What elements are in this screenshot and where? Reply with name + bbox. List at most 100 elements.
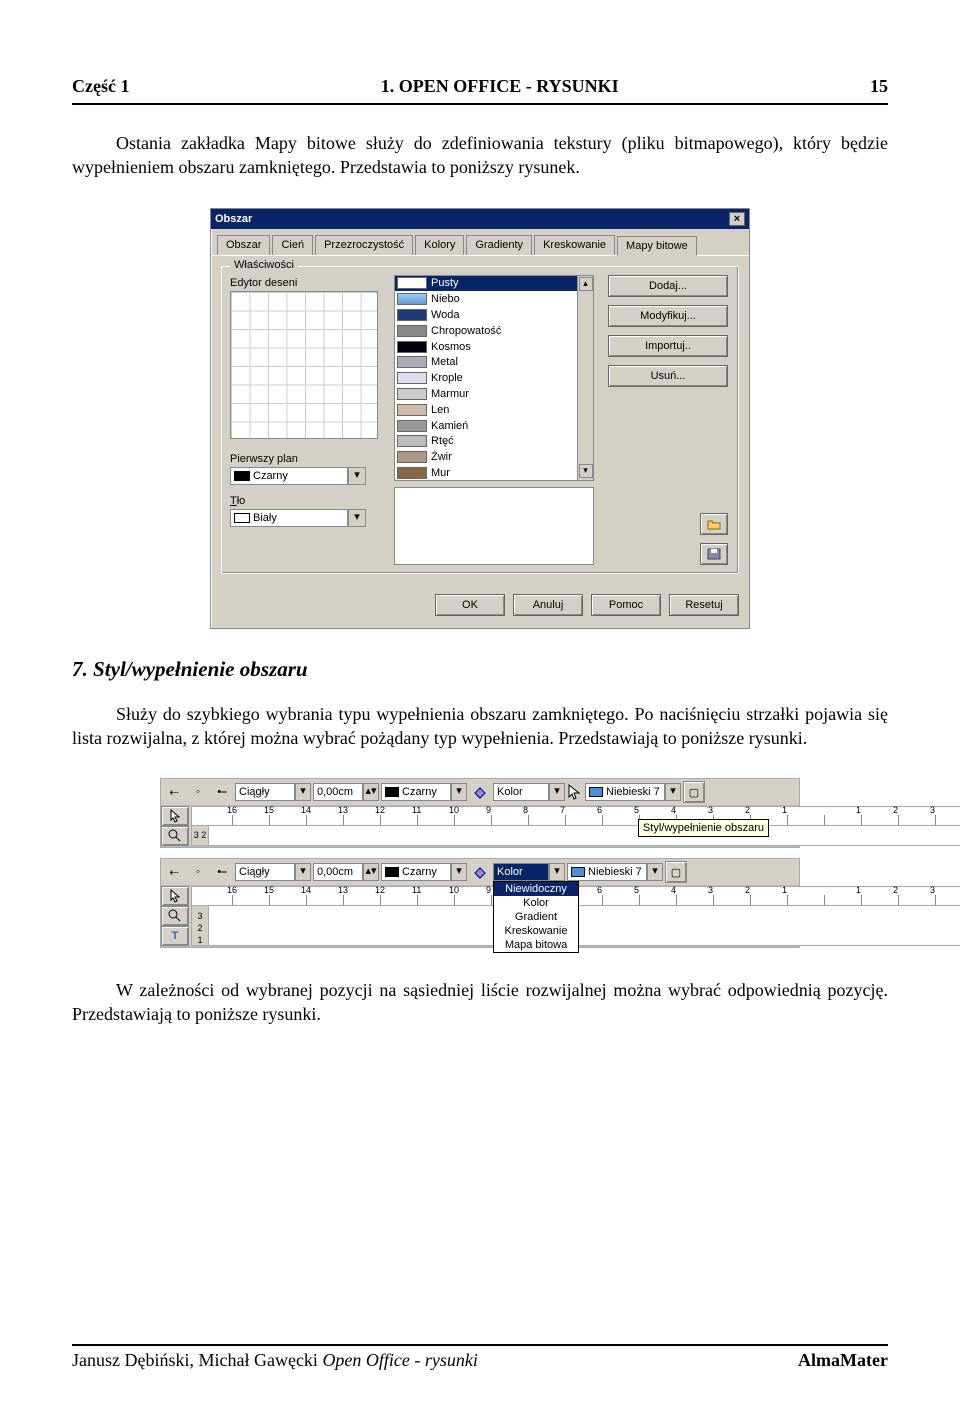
fieldset-legend: Właściwości <box>230 259 298 271</box>
bucket-icon[interactable] <box>469 781 491 803</box>
chevron-down-icon[interactable]: ▾ <box>295 783 311 801</box>
scroll-down-icon[interactable]: ▾ <box>579 464 593 478</box>
paragraph-2: Służy do szybkiego wybrania typu wypełni… <box>72 702 888 751</box>
line-color-combo[interactable]: Czarny▾ <box>381 863 467 881</box>
paragraph-1: Ostania zakładka Mapy bitowe służy do zd… <box>72 131 888 180</box>
fill-color-combo[interactable]: Niebieski 7▾ <box>585 783 681 801</box>
dropdown-item[interactable]: Mapa bitowa <box>494 938 578 952</box>
zoom-tool-icon[interactable] <box>161 826 189 846</box>
modify-button[interactable]: Modyfikuj... <box>608 305 728 327</box>
toolbar-screenshot-1: ⇠ ◦ •⎯ Ciągły▾ 0,00cm▴▾ Czarny▾ Kolor▾ N… <box>160 778 800 848</box>
fill-color-combo[interactable]: Niebieski 7▾ <box>567 863 663 881</box>
tab-kreskowanie[interactable]: Kreskowanie <box>534 235 615 255</box>
fill-style-combo[interactable]: Kolor ▾ Niewidoczny Kolor Gradient Kresk… <box>493 863 565 881</box>
list-item[interactable]: Pusty <box>395 276 593 292</box>
paragraph-3: W zależności od wybranej pozycji na sąsi… <box>72 978 888 1027</box>
chevron-down-icon[interactable]: ▾ <box>549 783 565 801</box>
tab-obszar[interactable]: Obszar <box>217 235 270 255</box>
dropdown-item[interactable]: Kolor <box>494 896 578 910</box>
chevron-down-icon[interactable]: ▾ <box>451 863 467 881</box>
background-label: Tło <box>230 495 380 507</box>
help-button[interactable]: Pomoc <box>591 594 661 616</box>
reset-button[interactable]: Resetuj <box>669 594 739 616</box>
line-color-combo[interactable]: Czarny▾ <box>381 783 467 801</box>
header-right: 15 <box>870 76 888 97</box>
list-item[interactable]: Kamień <box>395 418 593 434</box>
line-width-combo[interactable]: 0,00cm▴▾ <box>313 783 379 801</box>
chevron-down-icon[interactable]: ▾ <box>348 467 366 485</box>
tab-kolory[interactable]: Kolory <box>415 235 464 255</box>
chevron-down-icon[interactable]: ▾ <box>295 863 311 881</box>
dropdown-item[interactable]: Niewidoczny <box>494 882 578 896</box>
line-icon-start[interactable]: •⎯ <box>211 781 233 803</box>
dropdown-item[interactable]: Kreskowanie <box>494 924 578 938</box>
list-item[interactable]: Krople <box>395 370 593 386</box>
arrow-left-icon[interactable]: ⇠ <box>163 861 185 883</box>
chevron-down-icon[interactable]: ▾ <box>665 783 681 801</box>
line-style-combo[interactable]: Ciągły▾ <box>235 783 311 801</box>
text-tool-icon[interactable]: T <box>161 926 189 946</box>
arrow-left-icon[interactable]: ⇠ <box>163 781 185 803</box>
footer-journal: AlmaMater <box>798 1350 888 1371</box>
header-center: 1. OPEN OFFICE - RYSUNKI <box>381 76 619 97</box>
save-floppy-icon[interactable] <box>700 543 728 565</box>
fill-style-combo[interactable]: Kolor▾ <box>493 783 565 801</box>
list-item[interactable]: Marmur <box>395 386 593 402</box>
shadow-icon[interactable]: ▢ <box>665 861 687 883</box>
list-item[interactable]: Kosmos <box>395 339 593 355</box>
background-combo[interactable]: Biały ▾ <box>230 509 380 527</box>
dialog-footer-buttons: OK Anuluj Pomoc Resetuj <box>211 584 749 628</box>
list-item[interactable]: Chropowatość <box>395 323 593 339</box>
chevron-down-icon[interactable]: ▾ <box>348 509 366 527</box>
close-icon[interactable]: × <box>729 212 745 226</box>
line-width-combo[interactable]: 0,00cm▴▾ <box>313 863 379 881</box>
pointer-tool-icon[interactable] <box>161 886 189 906</box>
tab-gradienty[interactable]: Gradienty <box>466 235 532 255</box>
fill-style-tooltip: Styl/wypełnienie obszaru <box>638 819 769 837</box>
open-folder-icon[interactable] <box>700 513 728 535</box>
chevron-down-icon[interactable]: ▾ <box>647 863 663 881</box>
delete-button[interactable]: Usuń... <box>608 365 728 387</box>
shadow-icon[interactable]: ▢ <box>683 781 705 803</box>
dialog-title: Obszar <box>215 213 729 225</box>
texture-preview <box>394 487 594 565</box>
texture-listbox[interactable]: Pusty Niebo Woda Chropowatość Kosmos Met… <box>394 275 594 481</box>
spinner-icon[interactable]: ▴▾ <box>363 863 379 881</box>
foreground-combo[interactable]: Czarny ▾ <box>230 467 380 485</box>
foreground-value: Czarny <box>253 470 288 482</box>
ok-button[interactable]: OK <box>435 594 505 616</box>
list-item[interactable]: Mur <box>395 465 593 480</box>
fill-style-dropdown[interactable]: Niewidoczny Kolor Gradient Kreskowanie M… <box>493 881 579 953</box>
horizontal-ruler: 1615141312111098765432112345678910111213… <box>191 806 960 826</box>
chevron-down-icon[interactable]: ▾ <box>451 783 467 801</box>
dropdown-item[interactable]: Gradient <box>494 910 578 924</box>
line-style-combo[interactable]: Ciągły▾ <box>235 863 311 881</box>
scroll-up-icon[interactable]: ▴ <box>579 277 593 291</box>
spinner-icon[interactable]: ▴▾ <box>363 783 379 801</box>
list-item[interactable]: Rtęć <box>395 434 593 450</box>
line-icon-start[interactable]: •⎯ <box>211 861 233 883</box>
tab-cien[interactable]: Cień <box>272 235 313 255</box>
list-item[interactable]: Niebo <box>395 291 593 307</box>
list-item[interactable]: Woda <box>395 307 593 323</box>
footer-authors: Janusz Dębiński, Michał Gawęcki Open Off… <box>72 1350 478 1371</box>
scrollbar[interactable]: ▴ ▾ <box>577 276 593 480</box>
tab-przezroczystosc[interactable]: Przezroczystość <box>315 235 413 255</box>
pattern-editor-grid[interactable] <box>230 291 378 439</box>
list-item[interactable]: Żwir <box>395 449 593 465</box>
tab-mapy-bitowe[interactable]: Mapy bitowe <box>617 236 697 256</box>
line-endcap-icon[interactable]: ◦ <box>187 861 209 883</box>
cancel-button[interactable]: Anuluj <box>513 594 583 616</box>
zoom-tool-icon[interactable] <box>161 906 189 926</box>
import-button[interactable]: Importuj.. <box>608 335 728 357</box>
list-item[interactable]: Metal <box>395 355 593 371</box>
chevron-down-icon[interactable]: ▾ <box>549 863 565 881</box>
list-item[interactable]: Len <box>395 402 593 418</box>
pointer-tool-icon[interactable] <box>161 806 189 826</box>
header-left: Część 1 <box>72 76 129 97</box>
bucket-icon[interactable] <box>469 861 491 883</box>
dialog-titlebar[interactable]: Obszar × <box>211 209 749 229</box>
line-endcap-icon[interactable]: ◦ <box>187 781 209 803</box>
area-dialog: Obszar × Obszar Cień Przezroczystość Kol… <box>210 208 750 629</box>
add-button[interactable]: Dodaj... <box>608 275 728 297</box>
